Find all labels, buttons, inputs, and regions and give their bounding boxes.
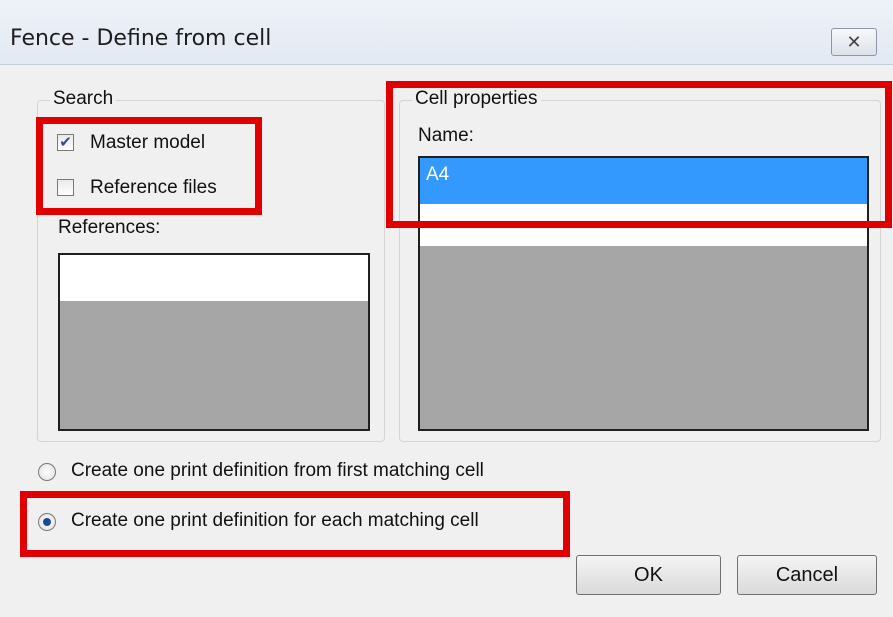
dialog-window: Fence - Define from cell ✕ Search ✔ Mast…	[0, 0, 893, 617]
references-list[interactable]	[58, 253, 370, 431]
references-label: References:	[58, 217, 161, 238]
first-matching-radio[interactable]	[38, 463, 56, 481]
title-bar[interactable]: Fence - Define from cell ✕	[0, 0, 893, 65]
list-item[interactable]	[60, 255, 368, 301]
cancel-button[interactable]: Cancel	[737, 555, 877, 595]
highlight-each-matching-option	[20, 491, 570, 557]
close-icon: ✕	[846, 31, 862, 53]
close-button[interactable]: ✕	[831, 28, 877, 56]
highlight-search-checkboxes	[36, 117, 262, 215]
highlight-cell-properties	[386, 81, 892, 228]
first-matching-label[interactable]: Create one print definition from first m…	[71, 460, 484, 482]
window-title: Fence - Define from cell	[10, 26, 272, 51]
search-legend: Search	[50, 88, 117, 110]
ok-button[interactable]: OK	[576, 555, 721, 595]
